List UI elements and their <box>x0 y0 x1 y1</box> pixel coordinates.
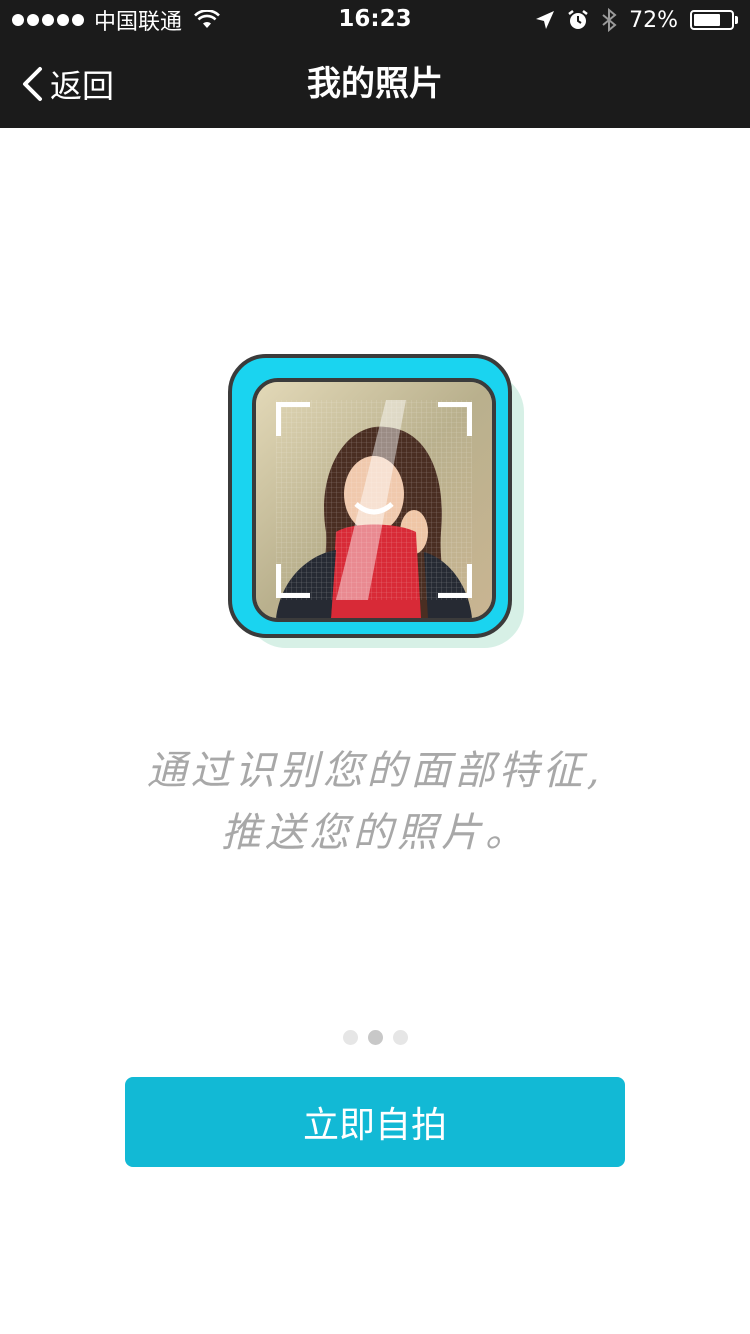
location-icon <box>536 11 555 29</box>
photo-frame <box>228 354 512 638</box>
scan-corner-top-right <box>438 402 472 436</box>
page-title: 我的照片 <box>307 64 443 104</box>
status-bar: 中国联通 16:23 72% <box>0 0 750 40</box>
scan-corner-bottom-left <box>276 564 310 598</box>
take-selfie-button[interactable]: 立即自拍 <box>125 1077 625 1167</box>
tagline-line-2: 推送您的照片。 <box>221 810 529 856</box>
bluetooth-icon <box>602 8 617 32</box>
page-dot <box>342 1030 358 1045</box>
scan-corner-bottom-right <box>438 564 472 598</box>
face-scan-illustration <box>228 354 528 650</box>
status-right: 72% <box>535 7 738 33</box>
scan-corner-top-left <box>276 402 310 436</box>
page-indicator <box>0 1030 750 1045</box>
tagline-line-1: 通过识别您的面部特征, <box>146 748 604 794</box>
page-dot <box>367 1030 383 1045</box>
navigation-bar: 返回 我的照片 <box>0 40 750 128</box>
photo-area <box>252 378 496 622</box>
battery-percent: 72% <box>629 7 678 33</box>
page-dot <box>392 1030 408 1045</box>
battery-icon <box>690 10 738 30</box>
battery-fill <box>694 14 720 26</box>
alarm-icon <box>568 10 588 29</box>
